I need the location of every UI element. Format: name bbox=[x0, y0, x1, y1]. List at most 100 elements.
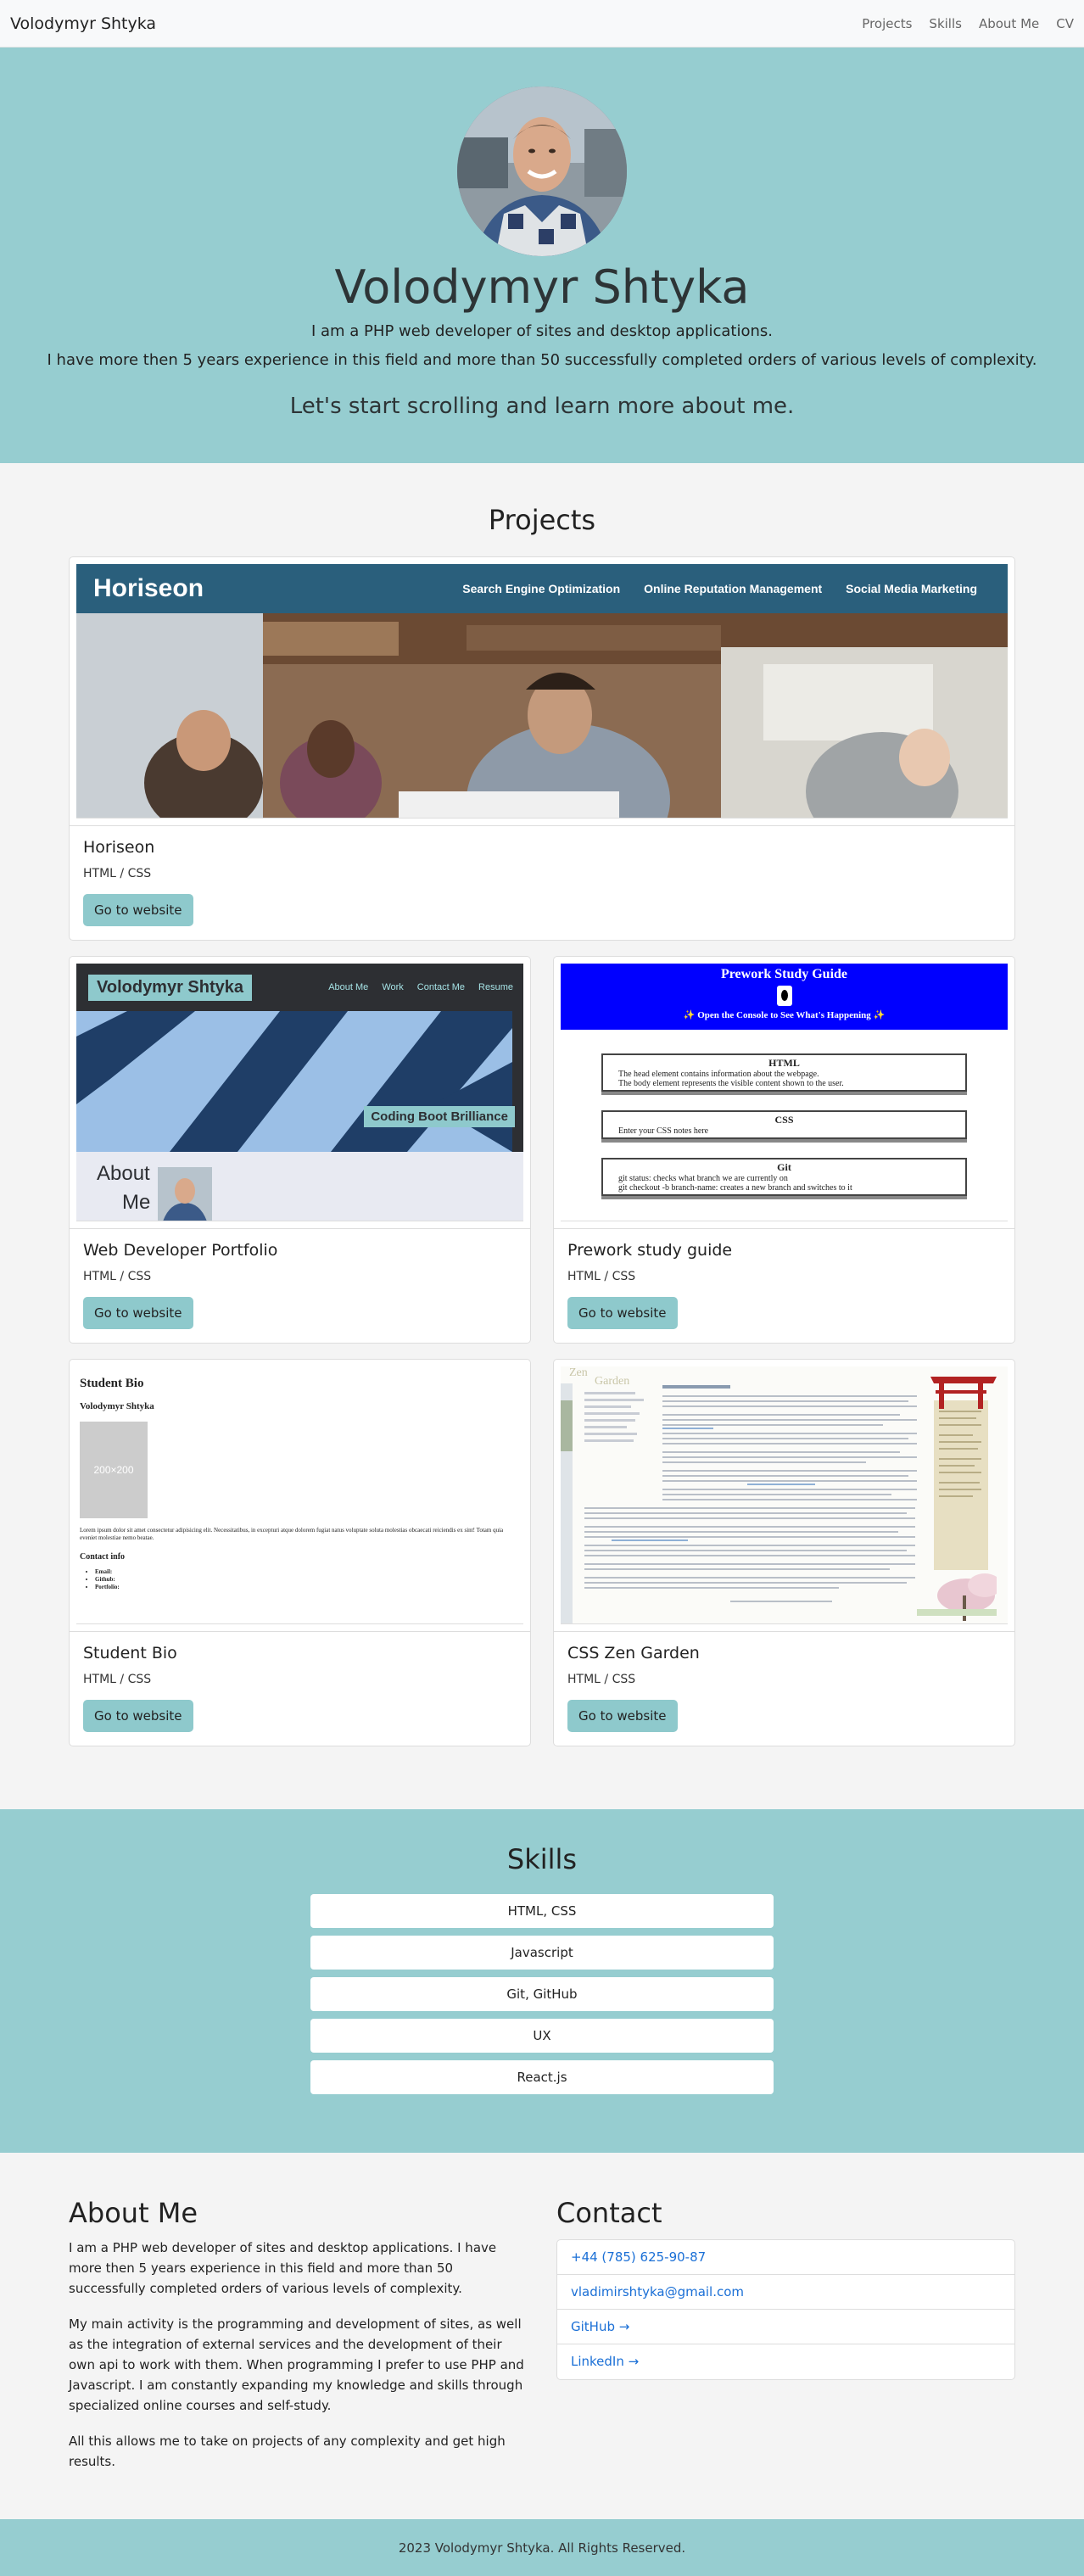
linkedin-label: LinkedIn bbox=[571, 2354, 624, 2369]
thumb-text: Portfolio: bbox=[95, 1584, 120, 1590]
project-tech: HTML / CSS bbox=[567, 1270, 636, 1283]
thumb-text: Zen bbox=[569, 1366, 588, 1379]
projects-title: Projects bbox=[488, 504, 596, 536]
about-me: About Me I am a PHP web developer of sit… bbox=[69, 2197, 528, 2519]
project-thumb-zen-garden: Zen Garden bbox=[561, 1366, 1008, 1624]
project-card-body: CSS Zen Garden HTML / CSS Go to website bbox=[554, 1631, 1014, 1746]
skills-title: Skills bbox=[506, 1843, 578, 1875]
portfolio-banner bbox=[76, 1011, 512, 1152]
projects-row-1: Volodymyr Shtyka About Me Work Contact M… bbox=[69, 956, 1015, 1344]
project-card-body: Horiseon HTML / CSS Go to website bbox=[70, 825, 1014, 940]
contact-item-linkedin: LinkedIn → bbox=[557, 2344, 1014, 2379]
project-title: Horiseon bbox=[83, 838, 155, 857]
about-title: About Me bbox=[69, 2197, 198, 2229]
project-tech: HTML / CSS bbox=[567, 1673, 636, 1686]
thumb-text: Contact Me bbox=[416, 982, 466, 992]
thumb-text: Prework Study Guide bbox=[720, 967, 848, 981]
thumb-text: CSS bbox=[774, 1114, 794, 1126]
brand-link[interactable]: Volodymyr Shtyka bbox=[10, 14, 156, 33]
navbar: Volodymyr Shtyka Projects Skills About M… bbox=[0, 0, 1084, 47]
go-to-website-button[interactable]: Go to website bbox=[567, 1297, 678, 1329]
project-card-body: Student Bio HTML / CSS Go to website bbox=[70, 1631, 530, 1746]
thumb-text: Garden bbox=[595, 1375, 630, 1388]
about-paragraph: I am a PHP web developer of sites and de… bbox=[69, 2240, 497, 2296]
thumb-text: Git bbox=[777, 1161, 791, 1173]
footer-copyright: 2023 Volodymyr Shtyka. All Rights Reserv… bbox=[398, 2540, 686, 2556]
thumb-text: Horiseon bbox=[93, 574, 204, 602]
go-to-website-button[interactable]: Go to website bbox=[567, 1700, 678, 1732]
project-thumb-student-bio: Student Bio Volodymyr Shtyka 200×200 Lor… bbox=[76, 1366, 523, 1624]
thumb-text: git checkout -b branch-name: creates a n… bbox=[618, 1183, 852, 1193]
hero-line-2: I have more then 5 years experience in t… bbox=[47, 351, 1037, 369]
contact-list: +44 (785) 625-90-87 vladimirshtyka@gmail… bbox=[556, 2239, 1015, 2380]
thumb-text: HTML bbox=[768, 1057, 800, 1069]
skills-section: Skills HTML, CSS Javascript Git, GitHub … bbox=[0, 1809, 1084, 2153]
project-title: Student Bio bbox=[83, 1644, 177, 1662]
project-card-body: Web Developer Portfolio HTML / CSS Go to… bbox=[70, 1228, 530, 1343]
thumb-text: Social Media Marketing bbox=[846, 582, 977, 595]
phone-link[interactable]: +44 (785) 625-90-87 bbox=[571, 2249, 706, 2265]
project-title: Web Developer Portfolio bbox=[83, 1241, 278, 1260]
hero-cta: Let's start scrolling and learn more abo… bbox=[289, 394, 795, 419]
thumb-text: The body element represents the visible … bbox=[618, 1079, 844, 1088]
github-link[interactable]: GitHub → bbox=[571, 2319, 629, 2334]
thumb-text: Enter your CSS notes here bbox=[618, 1126, 709, 1136]
thumb-text: Online Reputation Management bbox=[644, 582, 823, 595]
thumb-text: The head element contains information ab… bbox=[618, 1070, 819, 1079]
go-to-website-button[interactable]: Go to website bbox=[83, 894, 193, 926]
skill-item: HTML, CSS bbox=[310, 1894, 774, 1928]
email-link[interactable]: vladimirshtyka@gmail.com bbox=[571, 2284, 744, 2299]
thumb-text: Student Bio bbox=[80, 1377, 144, 1390]
projects-row-2: Student Bio Volodymyr Shtyka 200×200 Lor… bbox=[69, 1359, 1015, 1746]
project-thumb-horiseon: Horiseon Search Engine Optimization Onli… bbox=[76, 564, 1008, 819]
skill-item: Git, GitHub bbox=[310, 1977, 774, 2011]
project-tech: HTML / CSS bbox=[83, 867, 152, 880]
thumb-text: Email: bbox=[95, 1568, 113, 1575]
contact-item-email: vladimirshtyka@gmail.com bbox=[557, 2275, 1014, 2310]
projects-section: Projects Horiseon Search Engine Optimiza… bbox=[0, 463, 1084, 1809]
skill-item: UX bbox=[310, 2019, 774, 2053]
skill-item: Javascript bbox=[310, 1936, 774, 1970]
github-label: GitHub bbox=[571, 2319, 615, 2334]
footer: 2023 Volodymyr Shtyka. All Rights Reserv… bbox=[0, 2519, 1084, 2576]
thumb-text: Me bbox=[122, 1191, 151, 1214]
project-title: Prework study guide bbox=[567, 1241, 733, 1260]
about-paragraph: All this allows me to take on projects o… bbox=[69, 2434, 506, 2469]
project-title: CSS Zen Garden bbox=[567, 1644, 700, 1662]
go-to-website-button[interactable]: Go to website bbox=[83, 1297, 193, 1329]
nav-link-about[interactable]: About Me bbox=[979, 16, 1039, 31]
thumb-text: Contact info bbox=[80, 1552, 126, 1562]
skills-list: HTML, CSS Javascript Git, GitHub UX Reac… bbox=[310, 1894, 774, 2094]
contact-title: Contact bbox=[556, 2197, 662, 2229]
thumb-text: Resume bbox=[478, 982, 513, 992]
thumb-text: Volodymyr Shtyka bbox=[80, 1401, 154, 1411]
thumb-text: Lorem ipsum dolor sit amet consectetur a… bbox=[80, 1527, 504, 1541]
project-card-portfolio: Volodymyr Shtyka About Me Work Contact M… bbox=[69, 956, 531, 1344]
nav-link-cv[interactable]: CV bbox=[1056, 16, 1074, 31]
zen-garden-page bbox=[561, 1377, 1002, 1623]
office-photo bbox=[76, 613, 1008, 818]
thumb-text: Work bbox=[382, 982, 404, 992]
project-card-horiseon: Horiseon Search Engine Optimization Onli… bbox=[69, 556, 1015, 941]
project-thumb-portfolio: Volodymyr Shtyka About Me Work Contact M… bbox=[76, 964, 523, 1221]
project-card-student-bio: Student Bio Volodymyr Shtyka 200×200 Lor… bbox=[69, 1359, 531, 1746]
nav-link-skills[interactable]: Skills bbox=[929, 16, 962, 31]
go-to-website-button[interactable]: Go to website bbox=[83, 1700, 193, 1732]
project-card-prework: Prework Study Guide ✨ Open the Console t… bbox=[553, 956, 1015, 1344]
thumb-text: About bbox=[97, 1162, 150, 1185]
thumb-text: About Me bbox=[328, 982, 369, 992]
hero-line-1: I am a PHP web developer of sites and de… bbox=[310, 322, 774, 340]
project-tech: HTML / CSS bbox=[83, 1270, 152, 1283]
about-contact-section: About Me I am a PHP web developer of sit… bbox=[69, 2153, 1015, 2519]
skill-item: React.js bbox=[310, 2060, 774, 2094]
external-arrow-icon: → bbox=[618, 2319, 630, 2334]
project-tech: HTML / CSS bbox=[83, 1673, 152, 1686]
nav-link-projects[interactable]: Projects bbox=[862, 16, 912, 31]
project-card-zen-garden: Zen Garden CSS Zen Garden HTML / CSS Go … bbox=[553, 1359, 1015, 1746]
thumb-text: Volodymyr Shtyka bbox=[88, 974, 253, 1001]
external-arrow-icon: → bbox=[628, 2354, 640, 2369]
linkedin-link[interactable]: LinkedIn → bbox=[571, 2354, 639, 2369]
project-card-body: Prework study guide HTML / CSS Go to web… bbox=[554, 1228, 1014, 1343]
thumb-text: Github: bbox=[95, 1576, 115, 1583]
thumb-text: Search Engine Optimization bbox=[462, 582, 621, 595]
